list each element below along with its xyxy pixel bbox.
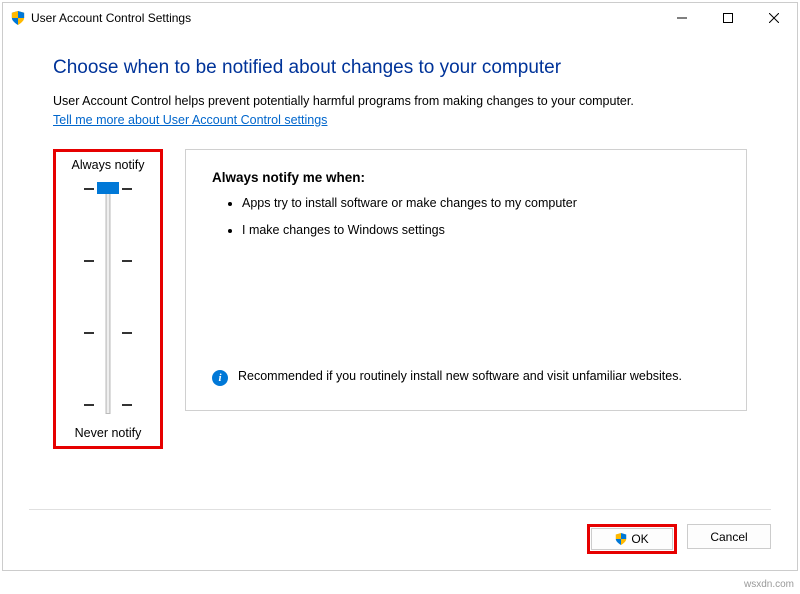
slider-track-wrap — [78, 182, 138, 420]
titlebar: User Account Control Settings — [3, 3, 797, 33]
close-button[interactable] — [751, 3, 797, 33]
cancel-button[interactable]: Cancel — [687, 524, 771, 549]
tick-mark — [122, 260, 132, 262]
help-link[interactable]: Tell me more about User Account Control … — [53, 113, 327, 127]
shield-icon — [615, 533, 627, 545]
slider-container: Always notify Never notify — [53, 149, 163, 449]
tick-mark — [122, 188, 132, 190]
watermark: wsxdn.com — [744, 579, 794, 590]
ok-button[interactable]: OK — [591, 528, 673, 550]
recommendation-row: i Recommended if you routinely install n… — [212, 368, 720, 386]
recommendation-text: Recommended if you routinely install new… — [238, 368, 682, 386]
tick-mark — [84, 260, 94, 262]
ok-label: OK — [631, 532, 648, 546]
tick-mark — [84, 404, 94, 406]
list-item: I make changes to Windows settings — [242, 222, 720, 240]
window-title: User Account Control Settings — [31, 11, 191, 25]
bullet-list: Apps try to install software or make cha… — [212, 195, 720, 240]
main-area: Always notify Never notify Always notify… — [53, 149, 747, 449]
list-item: Apps try to install software or make cha… — [242, 195, 720, 213]
tick-mark — [84, 188, 94, 190]
panel-title: Always notify me when: — [212, 170, 720, 185]
button-row: OK Cancel — [29, 509, 771, 554]
tick-mark — [84, 332, 94, 334]
info-panel: Always notify me when: Apps try to insta… — [185, 149, 747, 411]
cancel-label: Cancel — [710, 530, 747, 544]
tick-mark — [122, 404, 132, 406]
ok-button-highlight: OK — [587, 524, 677, 554]
description-text: User Account Control helps prevent poten… — [53, 93, 747, 111]
info-icon: i — [212, 370, 228, 386]
content-area: Choose when to be notified about changes… — [3, 33, 797, 449]
tick-mark — [122, 332, 132, 334]
uac-settings-window: User Account Control Settings Choose whe… — [2, 2, 798, 571]
slider-track[interactable] — [106, 188, 111, 414]
window-controls — [659, 3, 797, 33]
maximize-button[interactable] — [705, 3, 751, 33]
shield-icon — [11, 11, 25, 25]
minimize-button[interactable] — [659, 3, 705, 33]
slider-thumb[interactable] — [97, 182, 119, 194]
slider-bottom-label: Never notify — [75, 426, 142, 440]
page-heading: Choose when to be notified about changes… — [53, 57, 747, 79]
slider-top-label: Always notify — [72, 158, 145, 172]
